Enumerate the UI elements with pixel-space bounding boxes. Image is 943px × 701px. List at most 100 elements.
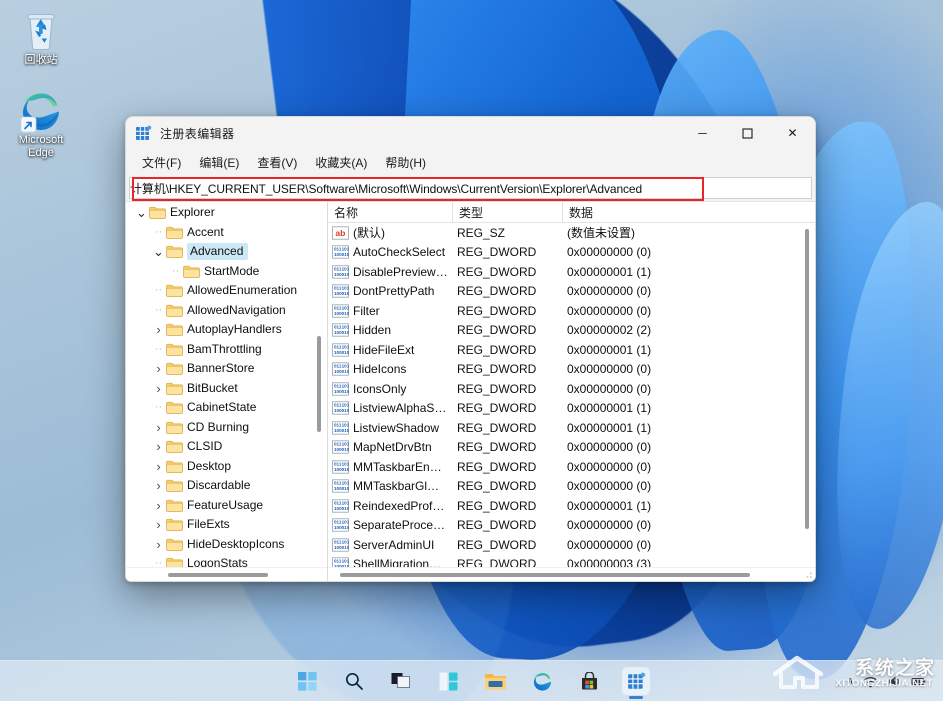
menu-item-view[interactable]: 查看(V): [249, 151, 305, 174]
registry-value-row[interactable]: 011 100 101 010 Hidden REG_DWORD 0x00000002 (2…: [328, 321, 815, 341]
tree-node-logonstats[interactable]: ·· LogonStats: [126, 554, 327, 567]
column-header-type[interactable]: 类型: [453, 202, 563, 223]
tree-vertical-scrollbar[interactable]: [312, 204, 326, 565]
tree-node-advanced[interactable]: ⌄ Advanced: [126, 242, 327, 262]
registry-editor-window[interactable]: 注册表编辑器 ─ ✕ 文件(F) 编辑(E) 查看(V) 收藏夹(A) 帮助(H…: [125, 116, 816, 582]
tree-node-fileexts[interactable]: › FileExts: [126, 515, 327, 535]
tree-hscrollbar-thumb[interactable]: [168, 573, 268, 577]
file-explorer-button[interactable]: [481, 667, 509, 695]
chevron-right-icon[interactable]: ›: [151, 499, 166, 512]
menu-item-favorites[interactable]: 收藏夹(A): [307, 151, 375, 174]
tree-node-bamthrottling[interactable]: ·· BamThrottling: [126, 340, 327, 360]
task-view-button[interactable]: [387, 667, 415, 695]
column-header-name[interactable]: 名称: [328, 202, 453, 223]
registry-tree-pane[interactable]: ⌄ Explorer ·· Accent ⌄ Advanced ·· StartMode ·· A…: [126, 202, 328, 581]
window-titlebar[interactable]: 注册表编辑器 ─ ✕: [126, 117, 815, 149]
tree-node-autoplayhandlers[interactable]: › AutoplayHandlers: [126, 320, 327, 340]
chevron-right-icon[interactable]: ›: [151, 460, 166, 473]
chevron-right-icon[interactable]: ›: [151, 440, 166, 453]
tree-node-accent[interactable]: ·· Accent: [126, 223, 327, 243]
edge-button[interactable]: [528, 667, 556, 695]
registry-path-input[interactable]: 计算机\HKEY_CURRENT_USER\Software\Microsoft…: [129, 177, 812, 199]
values-horizontal-scrollbar[interactable]: [328, 567, 815, 581]
network-icon[interactable]: [863, 674, 878, 689]
battery-icon[interactable]: [911, 674, 926, 689]
tree-node-allowednavigation[interactable]: ·· AllowedNavigation: [126, 301, 327, 321]
maximize-button[interactable]: [725, 117, 770, 149]
folder-icon: [166, 343, 183, 356]
menu-item-file[interactable]: 文件(F): [134, 151, 189, 174]
taskbar[interactable]: ∧ 系统之家 XITONGZHIJIA.NET: [0, 655, 943, 701]
tree-node-explorer[interactable]: ⌄ Explorer: [126, 203, 327, 223]
chevron-up-icon[interactable]: ∧: [847, 676, 854, 687]
tree-node-cabinetstate[interactable]: ·· CabinetState: [126, 398, 327, 418]
minimize-button[interactable]: ─: [680, 117, 725, 149]
registry-value-row[interactable]: 011 100 101 010 ReindexedProf… REG_DWORD 0x000…: [328, 496, 815, 516]
registry-value-row[interactable]: 011 100 101 010 Filter REG_DWORD 0x00000000 (0…: [328, 301, 815, 321]
values-list[interactable]: ab (默认) REG_SZ (数值未设置) 011 100 101 010 AutoCheck…: [328, 223, 815, 567]
registry-value-row[interactable]: 011 100 101 010 MMTaskbarEn… REG_DWORD 0x00000…: [328, 457, 815, 477]
tree-node-label: StartMode: [204, 263, 260, 278]
registry-value-row[interactable]: 011 100 101 010 AutoCheckSelect REG_DWORD 0x00…: [328, 243, 815, 263]
resize-grip[interactable]: [801, 567, 813, 579]
menu-item-help[interactable]: 帮助(H): [377, 151, 434, 174]
tree-node-hidedesktopicons[interactable]: › HideDesktopIcons: [126, 535, 327, 555]
tree-node-bannerstore[interactable]: › BannerStore: [126, 359, 327, 379]
values-list-scroll[interactable]: ab (默认) REG_SZ (数值未设置) 011 100 101 010 AutoCheck…: [328, 223, 815, 567]
close-button[interactable]: ✕: [770, 117, 815, 149]
volume-icon[interactable]: [887, 674, 902, 689]
chevron-down-icon[interactable]: ⌄: [151, 245, 166, 258]
tree-node-cd-burning[interactable]: › CD Burning: [126, 418, 327, 438]
store-button[interactable]: [575, 667, 603, 695]
chevron-right-icon[interactable]: ›: [151, 518, 166, 531]
registry-value-row[interactable]: 011 100 101 010 ListviewShadow REG_DWORD 0x000…: [328, 418, 815, 438]
search-button[interactable]: [340, 667, 368, 695]
chevron-right-icon[interactable]: ›: [151, 323, 166, 336]
chevron-right-icon[interactable]: ›: [151, 479, 166, 492]
chevron-right-icon[interactable]: ›: [151, 382, 166, 395]
tree-node-allowedenumeration[interactable]: ·· AllowedEnumeration: [126, 281, 327, 301]
registry-value-row[interactable]: 011 100 101 010 DisablePreview… REG_DWORD 0x00…: [328, 262, 815, 282]
registry-value-row[interactable]: 011 100 101 010 MapNetDrvBtn REG_DWORD 0x00000…: [328, 438, 815, 458]
column-header-data[interactable]: 数据: [563, 202, 815, 223]
tree-node-desktop[interactable]: › Desktop: [126, 457, 327, 477]
address-bar-container[interactable]: 计算机\HKEY_CURRENT_USER\Software\Microsoft…: [126, 176, 815, 201]
registry-value-row[interactable]: 011 100 101 010 SeparateProce… REG_DWORD 0x000…: [328, 516, 815, 536]
values-column-headers[interactable]: 名称 类型 数据: [328, 202, 815, 223]
tree-node-clsid[interactable]: › CLSID: [126, 437, 327, 457]
tree-node-startmode[interactable]: ·· StartMode: [126, 262, 327, 282]
registry-value-row[interactable]: ab (默认) REG_SZ (数值未设置): [328, 223, 815, 243]
desktop-icon-microsoft-edge[interactable]: Microsoft Edge: [4, 88, 78, 160]
start-button[interactable]: [293, 667, 321, 695]
regedit-button[interactable]: [622, 667, 650, 695]
registry-value-row[interactable]: 011 100 101 010 IconsOnly REG_DWORD 0x00000000…: [328, 379, 815, 399]
chevron-right-icon[interactable]: ›: [151, 538, 166, 551]
chevron-down-icon[interactable]: ⌄: [134, 206, 149, 219]
menu-bar[interactable]: 文件(F) 编辑(E) 查看(V) 收藏夹(A) 帮助(H): [126, 149, 815, 176]
registry-value-row[interactable]: 011 100 101 010 MMTaskbarGl… REG_DWORD 0x00000…: [328, 477, 815, 497]
values-scrollbar-thumb[interactable]: [805, 229, 809, 529]
registry-values-pane[interactable]: 名称 类型 数据 ab (默认) REG_SZ (数值未设置) 011 100 101 010…: [328, 202, 815, 581]
tree-node-featureusage[interactable]: › FeatureUsage: [126, 496, 327, 516]
values-hscrollbar-thumb[interactable]: [340, 573, 750, 577]
registry-value-row[interactable]: 011 100 101 010 ServerAdminUI REG_DWORD 0x0000…: [328, 535, 815, 555]
desktop[interactable]: 回收站 Microsoft Edge 注册表编辑器 ─ ✕ 文件(F) 编辑(E…: [0, 0, 943, 701]
registry-value-row[interactable]: 011 100 101 010 ShellMigration… REG_DWORD 0x00…: [328, 555, 815, 567]
registry-value-row[interactable]: 011 100 101 010 ListviewAlphaS… REG_DWORD 0x00…: [328, 399, 815, 419]
system-tray[interactable]: ∧: [847, 661, 935, 701]
chevron-right-icon[interactable]: ›: [151, 362, 166, 375]
registry-tree-list[interactable]: ⌄ Explorer ·· Accent ⌄ Advanced ·· StartMode ·· A…: [126, 202, 327, 567]
registry-tree-scroll[interactable]: ⌄ Explorer ·· Accent ⌄ Advanced ·· StartMode ·· A…: [126, 202, 327, 567]
menu-item-edit[interactable]: 编辑(E): [191, 151, 247, 174]
tree-horizontal-scrollbar[interactable]: [126, 567, 327, 581]
tree-scrollbar-thumb[interactable]: [317, 336, 321, 432]
registry-value-row[interactable]: 011 100 101 010 HideFileExt REG_DWORD 0x000000…: [328, 340, 815, 360]
chevron-right-icon[interactable]: ›: [151, 421, 166, 434]
tree-node-discardable[interactable]: › Discardable: [126, 476, 327, 496]
registry-value-row[interactable]: 011 100 101 010 DontPrettyPath REG_DWORD 0x000…: [328, 282, 815, 302]
tree-node-bitbucket[interactable]: › BitBucket: [126, 379, 327, 399]
widgets-button[interactable]: [434, 667, 462, 695]
registry-value-row[interactable]: 011 100 101 010 HideIcons REG_DWORD 0x00000000…: [328, 360, 815, 380]
values-vertical-scrollbar[interactable]: [800, 225, 814, 565]
desktop-icon-recycle-bin[interactable]: 回收站: [4, 8, 78, 67]
